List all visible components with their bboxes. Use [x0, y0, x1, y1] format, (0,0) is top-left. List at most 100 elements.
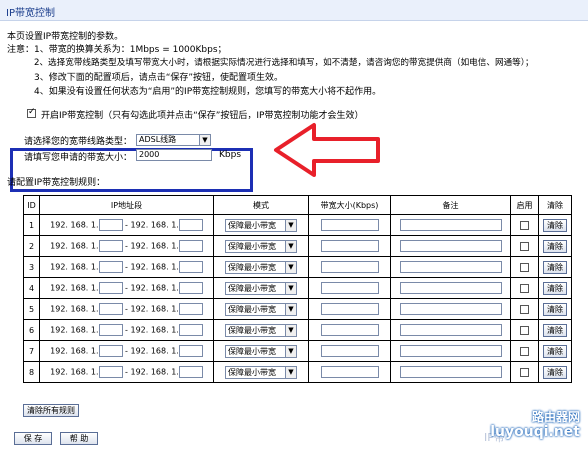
- ip-prefix-start: 192. 168. 1.: [50, 346, 99, 356]
- note-input[interactable]: [399, 345, 502, 357]
- ip-prefix-start: 192. 168. 1.: [50, 262, 99, 272]
- save-button[interactable]: 保 存: [14, 432, 52, 445]
- note-input[interactable]: [399, 366, 502, 378]
- row-id: 1: [23, 214, 40, 236]
- bandwidth-cell: [308, 298, 391, 320]
- mode-select[interactable]: 保障最小带宽 ▼: [225, 281, 297, 295]
- mode-select[interactable]: 保障最小带宽 ▼: [225, 344, 297, 358]
- bandwidth-size-input[interactable]: [320, 324, 379, 336]
- header-bandwidth: 带宽大小(Kbps): [308, 195, 391, 215]
- table-row: 3 192. 168. 1. - 192. 168. 1. 保障最小带宽 ▼ 清除: [23, 256, 572, 278]
- clear-cell: 清除: [538, 361, 572, 383]
- line-type-select[interactable]: ADSL线路 ▼: [136, 134, 211, 146]
- mode-select[interactable]: 保障最小带宽 ▼: [225, 323, 297, 337]
- mode-select[interactable]: 保障最小带宽 ▼: [225, 260, 297, 274]
- note-input[interactable]: [399, 324, 502, 336]
- ip-start-input[interactable]: [98, 366, 123, 378]
- bandwidth-size-input[interactable]: [320, 240, 379, 252]
- ip-separator: -: [125, 262, 128, 272]
- ip-separator: -: [125, 304, 128, 314]
- clear-cell: 清除: [538, 235, 572, 257]
- clear-button[interactable]: 清除: [543, 323, 567, 337]
- ip-end-input[interactable]: [178, 324, 203, 336]
- ip-prefix-end: 192. 168. 1.: [130, 346, 179, 356]
- ip-start-input[interactable]: [98, 261, 123, 273]
- bandwidth-input[interactable]: 2000: [136, 149, 212, 161]
- mode-value: 保障最小带宽: [228, 283, 276, 293]
- bandwidth-size-input[interactable]: [320, 261, 379, 273]
- note-input[interactable]: [399, 240, 502, 252]
- ip-range-cell: 192. 168. 1. - 192. 168. 1.: [39, 256, 214, 278]
- ip-range-cell: 192. 168. 1. - 192. 168. 1.: [39, 361, 214, 383]
- ip-end-input[interactable]: [178, 345, 203, 357]
- mode-select[interactable]: 保障最小带宽 ▼: [225, 302, 297, 316]
- row-id: 8: [23, 361, 40, 383]
- clear-button[interactable]: 清除: [543, 218, 567, 232]
- rule-enable-checkbox[interactable]: [520, 325, 529, 335]
- note-4: 4、如果没有设置任何状态为“启用”的IP带宽控制规则，您填写的带宽大小将不起作用…: [34, 87, 382, 97]
- mode-select[interactable]: 保障最小带宽 ▼: [225, 239, 297, 253]
- enable-checkbox[interactable]: [27, 107, 36, 118]
- rule-enable-checkbox[interactable]: [520, 220, 529, 230]
- mode-select[interactable]: 保障最小带宽 ▼: [225, 365, 297, 379]
- ip-end-input[interactable]: [178, 261, 203, 273]
- rule-enable-checkbox[interactable]: [520, 304, 529, 314]
- clear-button[interactable]: 清除: [543, 302, 567, 316]
- note-cell: [390, 340, 511, 362]
- ip-separator: -: [125, 346, 128, 356]
- bandwidth-size-input[interactable]: [320, 303, 379, 315]
- rule-enable-checkbox[interactable]: [520, 262, 529, 272]
- ip-end-input[interactable]: [178, 219, 203, 231]
- ip-end-input[interactable]: [178, 303, 203, 315]
- rule-enable-checkbox[interactable]: [520, 346, 529, 356]
- ip-start-input[interactable]: [98, 219, 123, 231]
- clear-button[interactable]: 清除: [543, 281, 567, 295]
- chevron-down-icon: ▼: [285, 219, 296, 231]
- ip-end-input[interactable]: [178, 240, 203, 252]
- ip-start-input[interactable]: [98, 303, 123, 315]
- rule-enable-checkbox[interactable]: [520, 283, 529, 293]
- ip-prefix-start: 192. 168. 1.: [50, 325, 99, 335]
- clear-all-rules-button[interactable]: 清除所有规则: [23, 404, 79, 417]
- note-input[interactable]: [399, 219, 502, 231]
- clear-button[interactable]: 清除: [543, 239, 567, 253]
- ip-start-input[interactable]: [98, 282, 123, 294]
- mode-cell: 保障最小带宽 ▼: [213, 361, 309, 383]
- note-input[interactable]: [399, 261, 502, 273]
- page-title: IP带宽控制: [6, 8, 55, 19]
- note-input[interactable]: [399, 303, 502, 315]
- clear-button[interactable]: 清除: [543, 365, 567, 379]
- bandwidth-size-input[interactable]: [320, 366, 379, 378]
- ip-start-input[interactable]: [98, 345, 123, 357]
- ip-start-input[interactable]: [98, 240, 123, 252]
- mode-value: 保障最小带宽: [228, 262, 276, 272]
- watermark-line2: luyouqi.net: [490, 424, 580, 440]
- bandwidth-size-input[interactable]: [320, 282, 379, 294]
- table-row: 5 192. 168. 1. - 192. 168. 1. 保障最小带宽 ▼ 清除: [23, 298, 572, 320]
- mode-cell: 保障最小带宽 ▼: [213, 214, 309, 236]
- clear-button[interactable]: 清除: [543, 344, 567, 358]
- mode-select[interactable]: 保障最小带宽 ▼: [225, 218, 297, 232]
- table-header-row: ID IP地址段 模式 带宽大小(Kbps) 备注 启用 清除: [23, 195, 572, 215]
- mode-cell: 保障最小带宽 ▼: [213, 319, 309, 341]
- ip-start-input[interactable]: [98, 324, 123, 336]
- ip-end-input[interactable]: [178, 366, 203, 378]
- bandwidth-size-input[interactable]: [320, 219, 379, 231]
- ip-prefix-end: 192. 168. 1.: [130, 283, 179, 293]
- clear-cell: 清除: [538, 319, 572, 341]
- bandwidth-cell: [308, 340, 391, 362]
- mode-value: 保障最小带宽: [228, 367, 276, 377]
- mode-value: 保障最小带宽: [228, 325, 276, 335]
- note-input[interactable]: [399, 282, 502, 294]
- help-button[interactable]: 帮 助: [60, 432, 98, 445]
- ip-end-input[interactable]: [178, 282, 203, 294]
- ip-prefix-start: 192. 168. 1.: [50, 283, 99, 293]
- note-cell: [390, 277, 511, 299]
- rule-enable-checkbox[interactable]: [520, 241, 529, 251]
- bandwidth-size-input[interactable]: [320, 345, 379, 357]
- mode-value: 保障最小带宽: [228, 346, 276, 356]
- row-id: 6: [23, 319, 40, 341]
- rule-enable-checkbox[interactable]: [520, 367, 529, 377]
- enable-label: 开启IP带宽控制（只有勾选此项并点击“保存”按钮后，IP带宽控制功能才会生效）: [41, 111, 364, 121]
- clear-button[interactable]: 清除: [543, 260, 567, 274]
